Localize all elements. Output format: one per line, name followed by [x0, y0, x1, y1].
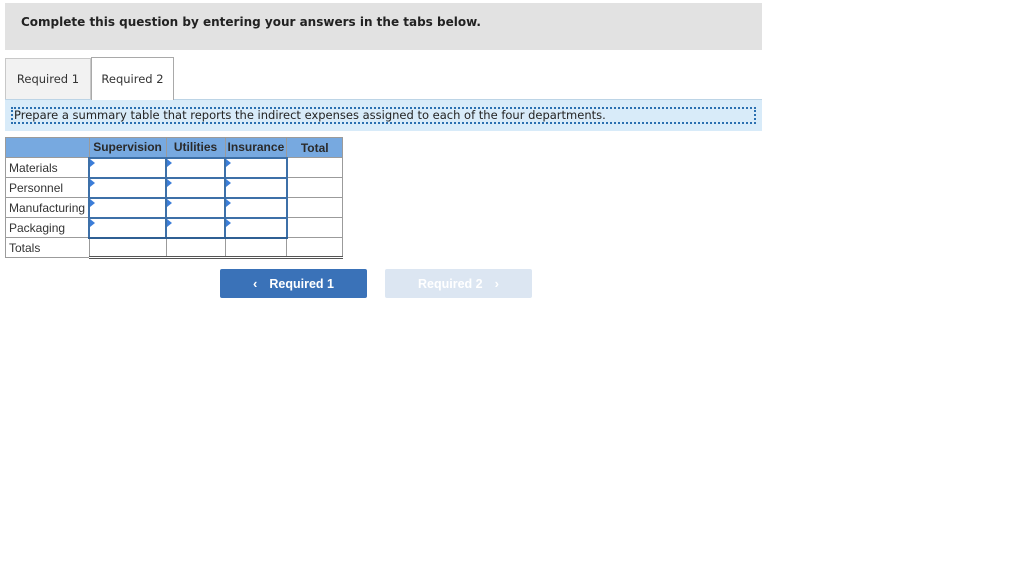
chevron-right-icon: ›: [494, 276, 499, 291]
row-label: Totals: [5, 237, 90, 258]
packaging-supervision-cell[interactable]: [88, 216, 168, 239]
table-row-materials: Materials: [5, 156, 344, 179]
column-header-blank: [5, 137, 90, 158]
row-label: Materials: [5, 157, 90, 178]
input-flag-icon: [226, 198, 232, 207]
input-flag-icon: [167, 218, 173, 227]
personnel-insurance-input[interactable]: [226, 178, 286, 197]
instructions-banner: Complete this question by entering your …: [5, 3, 762, 50]
manufacturing-supervision-input[interactable]: [90, 198, 166, 217]
packaging-utilities-input[interactable]: [167, 218, 225, 237]
totals-utilities-cell: [165, 237, 226, 259]
summary-table: Supervision Utilities Insurance Total Ma…: [5, 137, 344, 259]
input-flag-icon: [167, 158, 173, 167]
column-header-utilities: Utilities: [165, 137, 226, 158]
materials-total-cell: [286, 157, 344, 178]
totals-insurance-cell: [224, 237, 288, 259]
materials-supervision-cell[interactable]: [88, 156, 168, 179]
packaging-total-cell: [286, 217, 344, 238]
input-flag-icon: [226, 178, 232, 187]
next-required-2-button[interactable]: Required 2 ›: [385, 269, 532, 298]
input-flag-icon: [90, 218, 96, 227]
personnel-supervision-input[interactable]: [90, 178, 166, 197]
row-label: Manufacturing: [5, 197, 90, 218]
prompt-text: Prepare a summary table that reports the…: [11, 107, 756, 124]
input-flag-icon: [226, 158, 232, 167]
input-flag-icon: [90, 198, 96, 207]
materials-utilities-input[interactable]: [167, 158, 225, 177]
row-label: Packaging: [5, 217, 90, 238]
packaging-insurance-input[interactable]: [226, 218, 286, 237]
header-row: Supervision Utilities Insurance Total: [5, 137, 344, 158]
instructions-text: Complete this question by entering your …: [21, 15, 481, 29]
materials-insurance-input[interactable]: [226, 158, 286, 177]
input-flag-icon: [167, 178, 173, 187]
previous-button-label: Required 1: [269, 276, 334, 291]
input-flag-icon: [90, 158, 96, 167]
personnel-insurance-cell[interactable]: [224, 176, 288, 199]
totals-total-cell: [286, 237, 344, 259]
previous-required-1-button[interactable]: ‹ Required 1: [220, 269, 367, 298]
totals-supervision-cell: [88, 237, 167, 259]
table-row-packaging: Packaging: [5, 216, 344, 239]
packaging-insurance-cell[interactable]: [224, 216, 288, 239]
input-flag-icon: [226, 218, 232, 227]
tab-required-1[interactable]: Required 1: [5, 58, 91, 99]
table-row-manufacturing: Manufacturing: [5, 196, 344, 219]
row-label: Personnel: [5, 177, 90, 198]
personnel-supervision-cell[interactable]: [88, 176, 168, 199]
table-row-personnel: Personnel: [5, 176, 344, 199]
materials-insurance-cell[interactable]: [224, 156, 288, 179]
next-button-label: Required 2: [418, 276, 483, 291]
packaging-utilities-cell[interactable]: [165, 216, 227, 239]
column-header-insurance: Insurance: [224, 137, 288, 158]
manufacturing-supervision-cell[interactable]: [88, 196, 168, 219]
manufacturing-utilities-input[interactable]: [167, 198, 225, 217]
prompt-band: Prepare a summary table that reports the…: [5, 99, 762, 131]
materials-supervision-input[interactable]: [90, 158, 166, 177]
manufacturing-insurance-input[interactable]: [226, 198, 286, 217]
personnel-utilities-input[interactable]: [167, 178, 225, 197]
tab-bar: Required 1 Required 2: [5, 57, 762, 100]
manufacturing-utilities-cell[interactable]: [165, 196, 227, 219]
manufacturing-insurance-cell[interactable]: [224, 196, 288, 219]
column-header-supervision: Supervision: [88, 137, 167, 158]
manufacturing-total-cell: [286, 197, 344, 218]
personnel-total-cell: [286, 177, 344, 198]
input-flag-icon: [90, 178, 96, 187]
input-flag-icon: [167, 198, 173, 207]
packaging-supervision-input[interactable]: [90, 218, 166, 237]
personnel-utilities-cell[interactable]: [165, 176, 227, 199]
column-header-total: Total: [286, 137, 344, 158]
chevron-left-icon: ‹: [253, 276, 258, 291]
materials-utilities-cell[interactable]: [165, 156, 227, 179]
tab-required-2[interactable]: Required 2: [91, 57, 174, 100]
table-row-totals: Totals: [5, 237, 344, 259]
